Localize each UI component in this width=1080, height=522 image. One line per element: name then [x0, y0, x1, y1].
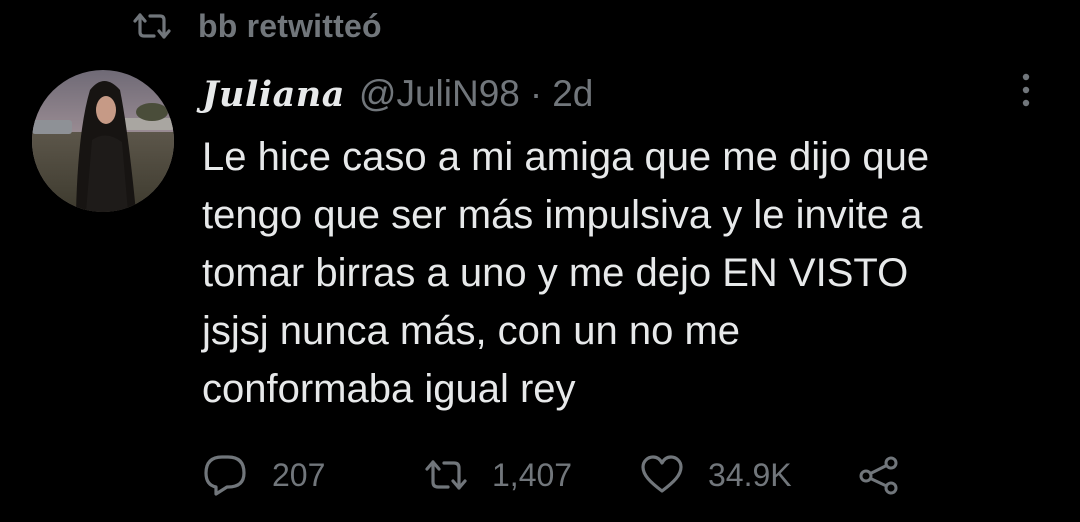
retweet-count: 1,407 [492, 456, 573, 493]
separator-dot: · [529, 73, 543, 114]
heart-icon [641, 455, 683, 493]
tweet-text-line: conformaba igual rey [202, 367, 576, 411]
tweet-text-line: jsjsj nunca más, con un no me [202, 309, 741, 353]
retweet-banner-text: bb retwitteó [198, 7, 382, 44]
tweet-actions: 207 1,407 34.9K [202, 452, 962, 498]
avatar[interactable] [32, 70, 174, 212]
tweet-text: Le hice caso a mi amiga que me dijo que … [202, 128, 1052, 418]
reply-icon [204, 455, 246, 496]
user-handle[interactable]: @JuliN98 [359, 73, 520, 115]
tweet-text-line: tomar birras a uno y me dejo EN VISTO [202, 251, 909, 295]
share-button[interactable] [858, 452, 902, 498]
more-vertical-icon [1022, 73, 1030, 107]
like-button[interactable]: 34.9K [640, 452, 792, 498]
profile-photo [32, 70, 174, 212]
retweet-banner[interactable]: bb retwitteó [132, 6, 382, 46]
more-options-button[interactable] [1010, 70, 1042, 110]
reply-button[interactable]: 207 [202, 452, 325, 498]
share-icon [859, 456, 898, 495]
tweet-text-line: Le hice caso a mi amiga que me dijo que [202, 135, 930, 179]
display-name[interactable]: Juliana [202, 74, 345, 115]
tweet-timestamp[interactable]: 2d [552, 73, 593, 115]
tweet-header: Juliana @JuliN98 · 2d [202, 68, 593, 120]
retweet-icon [425, 460, 467, 490]
like-count: 34.9K [708, 456, 792, 493]
reply-count: 207 [272, 456, 326, 493]
retweet-icon [132, 10, 172, 42]
tweet-text-line: tengo que ser más impulsiva y le invite … [202, 193, 923, 237]
retweet-button[interactable]: 1,407 [424, 452, 572, 498]
